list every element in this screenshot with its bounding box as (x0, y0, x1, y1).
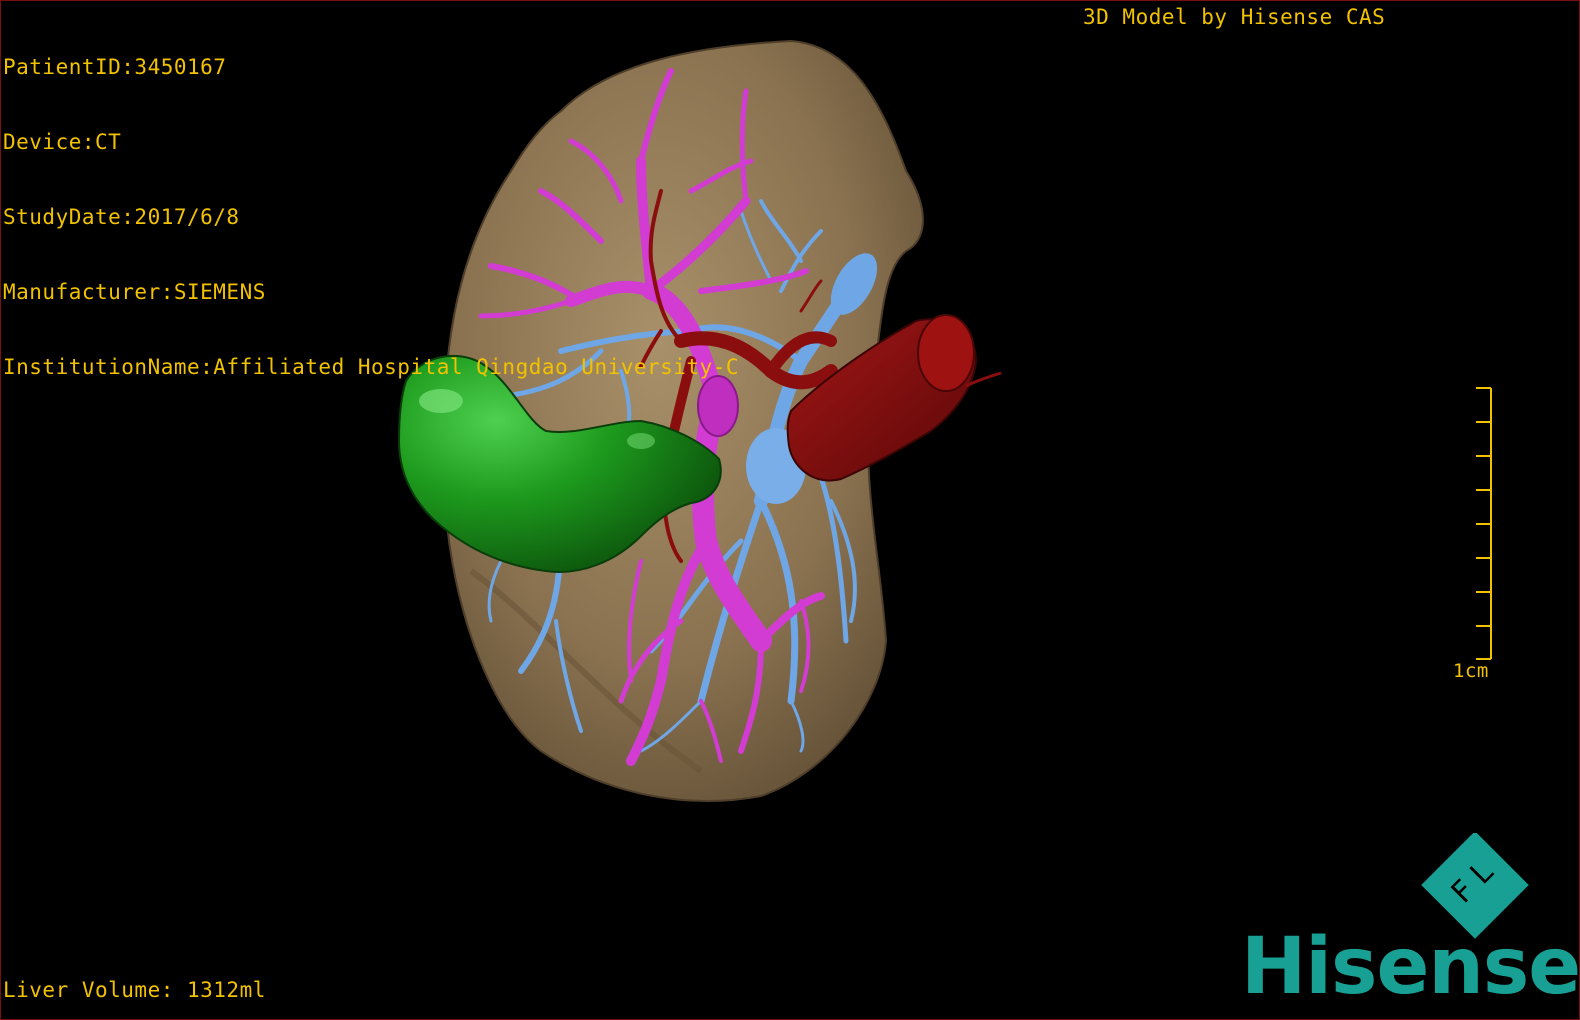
brand-logo-text: Hisense (1241, 922, 1580, 1012)
study-date-text: StudyDate:2017/6/8 (3, 205, 240, 229)
device-text: Device:CT (3, 130, 122, 154)
liver-volume-text: Liver Volume: 1312ml (3, 978, 266, 1002)
gallbladder-highlight-2 (627, 433, 655, 449)
institution-text: InstitutionName:Affiliated Hospital Qing… (3, 355, 740, 379)
render-viewport[interactable]: PatientID:3450167 Device:CT StudyDate:20… (0, 0, 1580, 1020)
scale-bar-label: 1cm (1453, 660, 1489, 682)
manufacturer-text: Manufacturer:SIEMENS (3, 280, 266, 304)
ivc-opening (917, 314, 975, 392)
dicom-info-overlay: PatientID:3450167 Device:CT StudyDate:20… (3, 5, 739, 430)
model-credit-text: 3D Model by Hisense CAS (1083, 5, 1386, 29)
scale-bar (1476, 387, 1492, 660)
patient-id-text: PatientID:3450167 (3, 55, 227, 79)
